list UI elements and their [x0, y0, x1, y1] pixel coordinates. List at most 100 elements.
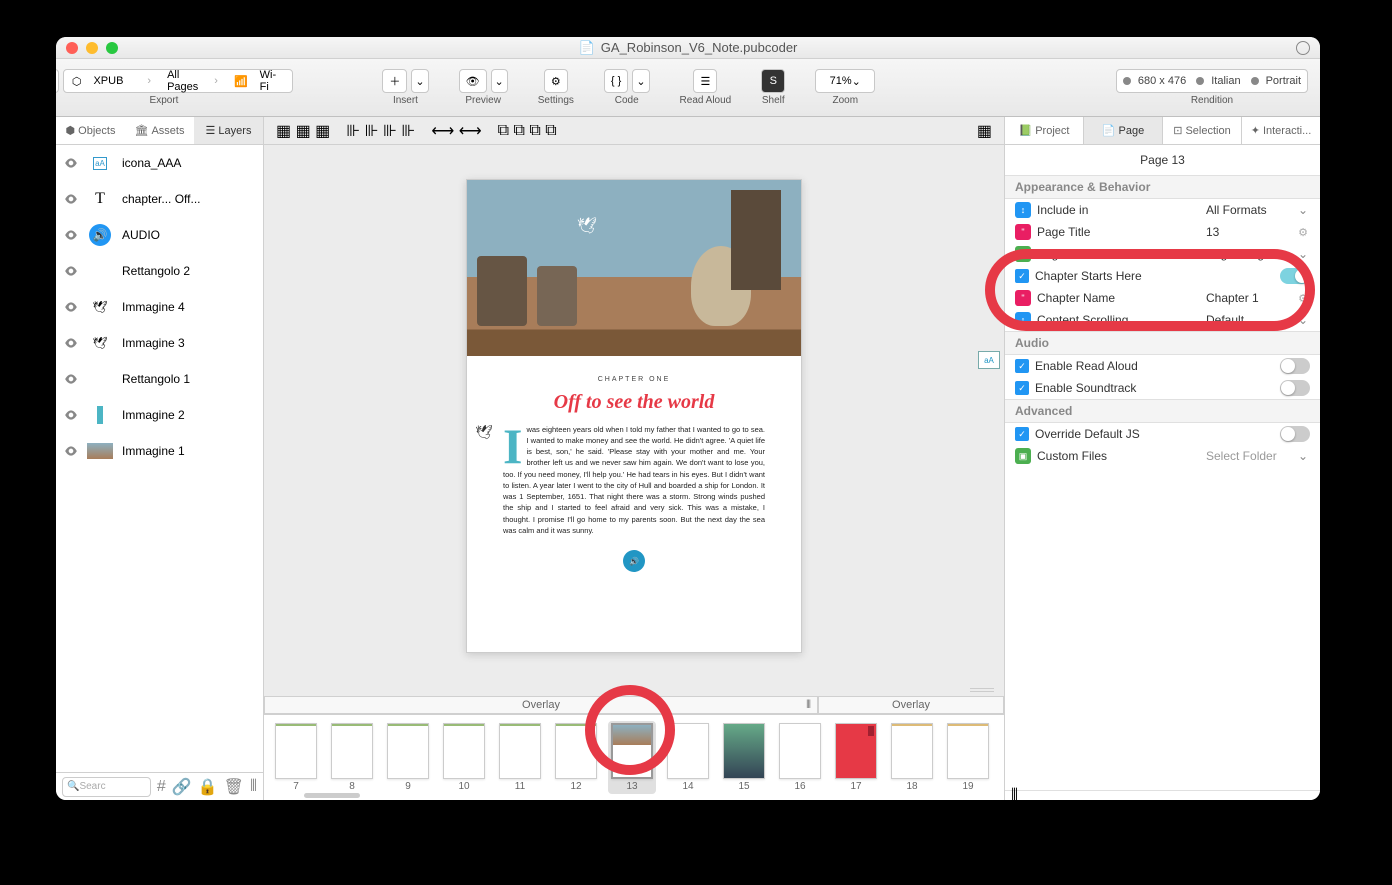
eye-icon	[64, 444, 78, 458]
eye-icon	[64, 228, 78, 242]
layer-item[interactable]: Rettangolo 1	[56, 361, 263, 397]
layer-item[interactable]: 🕊Immagine 4	[56, 289, 263, 325]
insert-dropdown[interactable]: ⌄	[411, 69, 428, 93]
eye-icon	[64, 408, 78, 422]
hash-icon[interactable]: #	[157, 778, 166, 796]
settings-button[interactable]: ⚙	[544, 69, 568, 93]
row-page-thumbnail[interactable]: ▣Page ThumbnailPage Image⌄	[1005, 243, 1320, 265]
thumbnail-9[interactable]: 9	[384, 723, 432, 792]
layer-item[interactable]: Rettangolo 2	[56, 253, 263, 289]
breadcrumb-wifi[interactable]: 📶 Wi-Fi	[226, 69, 292, 93]
breadcrumb-pages[interactable]: All Pages	[159, 69, 206, 93]
maximize-window-button[interactable]	[106, 42, 118, 54]
shelf-button[interactable]: S	[761, 69, 785, 93]
minimize-window-button[interactable]	[86, 42, 98, 54]
row-include-in[interactable]: ↕Include inAll Formats⌄	[1005, 199, 1320, 221]
audio-play-button[interactable]: 🔊	[623, 550, 645, 572]
preview-button[interactable]: 👁	[459, 69, 487, 93]
right-drag-handle[interactable]: ⦀	[1005, 790, 1320, 800]
export-breadcrumb[interactable]: ⬡ XPUB› All Pages› 📶 Wi-Fi	[63, 69, 293, 93]
thumbnail-19[interactable]: 19	[944, 723, 992, 792]
align-group-4[interactable]: ⧉ ⧉ ⧉ ⧉	[498, 122, 557, 140]
checkbox-icon[interactable]: ✓	[1015, 269, 1029, 283]
right-panel: 📗 Project 📄 Page ⊡ Selection ✦ Interacti…	[1004, 117, 1320, 800]
thumbnail-8[interactable]: 8	[328, 723, 376, 792]
drag-handle-icon[interactable]: ⦀	[250, 778, 257, 796]
eye-icon	[64, 372, 78, 386]
code-dropdown[interactable]: ⌄	[632, 69, 649, 93]
insert-button[interactable]: ＋	[382, 69, 407, 93]
row-content-scrolling[interactable]: ↕Content ScrollingDefault⌄	[1005, 309, 1320, 331]
checkbox-icon[interactable]: ✓	[1015, 427, 1029, 441]
link-icon[interactable]: 🔗	[172, 777, 192, 797]
app-window: 📄 GA_Robinson_V6_Note.pubcoder ⬡ XPUB› A…	[56, 37, 1320, 800]
row-chapter-starts[interactable]: ✓Chapter Starts Here	[1005, 265, 1320, 287]
text-size-badge[interactable]: aA	[978, 351, 1000, 369]
grid-toggle[interactable]: ▦	[977, 121, 992, 141]
align-group-3[interactable]: ⟷ ⟷	[431, 121, 481, 141]
row-custom-files[interactable]: ▣Custom FilesSelect Folder⌄	[1005, 445, 1320, 467]
row-override-js[interactable]: ✓Override Default JS	[1005, 423, 1320, 445]
align-group-2[interactable]: ⊪ ⊪ ⊪ ⊪	[346, 121, 415, 141]
zoom-select[interactable]: 71% ⌄	[815, 69, 875, 93]
thumbnail-12[interactable]: 12	[552, 723, 600, 792]
tab-project[interactable]: 📗 Project	[1005, 117, 1084, 144]
tab-objects[interactable]: ⬢ Objects	[56, 117, 125, 144]
toggle-soundtrack[interactable]	[1280, 380, 1310, 396]
layer-item[interactable]: Immagine 2	[56, 397, 263, 433]
page-preview[interactable]: 🕊 CHAPTER ONE Off to see the world 🕊 Iwa…	[466, 179, 802, 653]
breadcrumb-xpub[interactable]: ⬡ XPUB	[64, 75, 140, 88]
page-thumbnails[interactable]: 7 8 9 10 11 12 13 14 15 16 17 18 19	[264, 714, 1004, 800]
feedback-icon[interactable]	[1296, 41, 1310, 55]
layer-item[interactable]: 🕊Immagine 3	[56, 325, 263, 361]
close-window-button[interactable]	[66, 42, 78, 54]
thumbnail-16[interactable]: 16	[776, 723, 824, 792]
scrollbar[interactable]	[304, 793, 360, 798]
align-group-1[interactable]: ▦ ▦ ▦	[276, 121, 330, 141]
play-button[interactable]	[56, 69, 59, 93]
checkbox-icon[interactable]: ✓	[1015, 359, 1029, 373]
layer-item[interactable]: Immagine 1	[56, 433, 263, 469]
rendition-selector[interactable]: 680 x 476 Italian Portrait	[1116, 69, 1308, 93]
search-input[interactable]: 🔍 Searc	[62, 777, 151, 797]
row-soundtrack[interactable]: ✓Enable Soundtrack	[1005, 377, 1320, 399]
row-chapter-name[interactable]: "Chapter NameChapter 1⚙	[1005, 287, 1320, 309]
thumbnail-11[interactable]: 11	[496, 723, 544, 792]
toggle-chapter-starts[interactable]	[1280, 268, 1310, 284]
thumbnail-7[interactable]: 7	[272, 723, 320, 792]
document-icon: 📄	[579, 40, 595, 56]
thumbnail-15[interactable]: 15	[720, 723, 768, 792]
eye-icon	[64, 192, 78, 206]
checkbox-icon[interactable]: ✓	[1015, 381, 1029, 395]
export-label: Export	[150, 95, 179, 106]
thumbnail-18[interactable]: 18	[888, 723, 936, 792]
thumbnail-17[interactable]: 17	[832, 723, 880, 792]
tab-layers[interactable]: ☰ Layers	[194, 117, 263, 144]
layer-item[interactable]: aAicona_AAA	[56, 145, 263, 181]
overlay-section-left[interactable]: Overlay⦀	[264, 696, 818, 714]
toggle-override-js[interactable]	[1280, 426, 1310, 442]
chapter-title: Off to see the world	[503, 391, 765, 414]
tab-interactivity[interactable]: ✦ Interacti...	[1242, 117, 1320, 144]
overlay-section-right[interactable]: Overlay	[818, 696, 1004, 714]
resize-handle[interactable]	[264, 686, 1004, 696]
preview-dropdown[interactable]: ⌄	[491, 69, 508, 93]
body-text: Iwas eighteen years old when I told my f…	[503, 424, 765, 537]
thumbnail-13[interactable]: 13	[608, 721, 656, 794]
lock-icon[interactable]: 🔒	[198, 777, 218, 797]
code-button[interactable]: { }	[604, 69, 628, 93]
tab-assets[interactable]: 🏛 Assets	[125, 117, 194, 144]
layer-item[interactable]: 🔊AUDIO	[56, 217, 263, 253]
layer-item[interactable]: Tchapter... Off...	[56, 181, 263, 217]
row-read-aloud[interactable]: ✓Enable Read Aloud	[1005, 355, 1320, 377]
tab-page[interactable]: 📄 Page	[1084, 117, 1163, 144]
trash-icon[interactable]: 🗑	[224, 777, 244, 797]
row-page-title[interactable]: "Page Title13⚙	[1005, 221, 1320, 243]
thumbnail-10[interactable]: 10	[440, 723, 488, 792]
canvas[interactable]: 🕊 CHAPTER ONE Off to see the world 🕊 Iwa…	[264, 145, 1004, 686]
tab-selection[interactable]: ⊡ Selection	[1163, 117, 1242, 144]
thumbnail-14[interactable]: 14	[664, 723, 712, 792]
inspector: Page 13 Appearance & Behavior ↕Include i…	[1005, 145, 1320, 790]
read-aloud-button[interactable]: ☰	[693, 69, 717, 93]
toggle-read-aloud[interactable]	[1280, 358, 1310, 374]
